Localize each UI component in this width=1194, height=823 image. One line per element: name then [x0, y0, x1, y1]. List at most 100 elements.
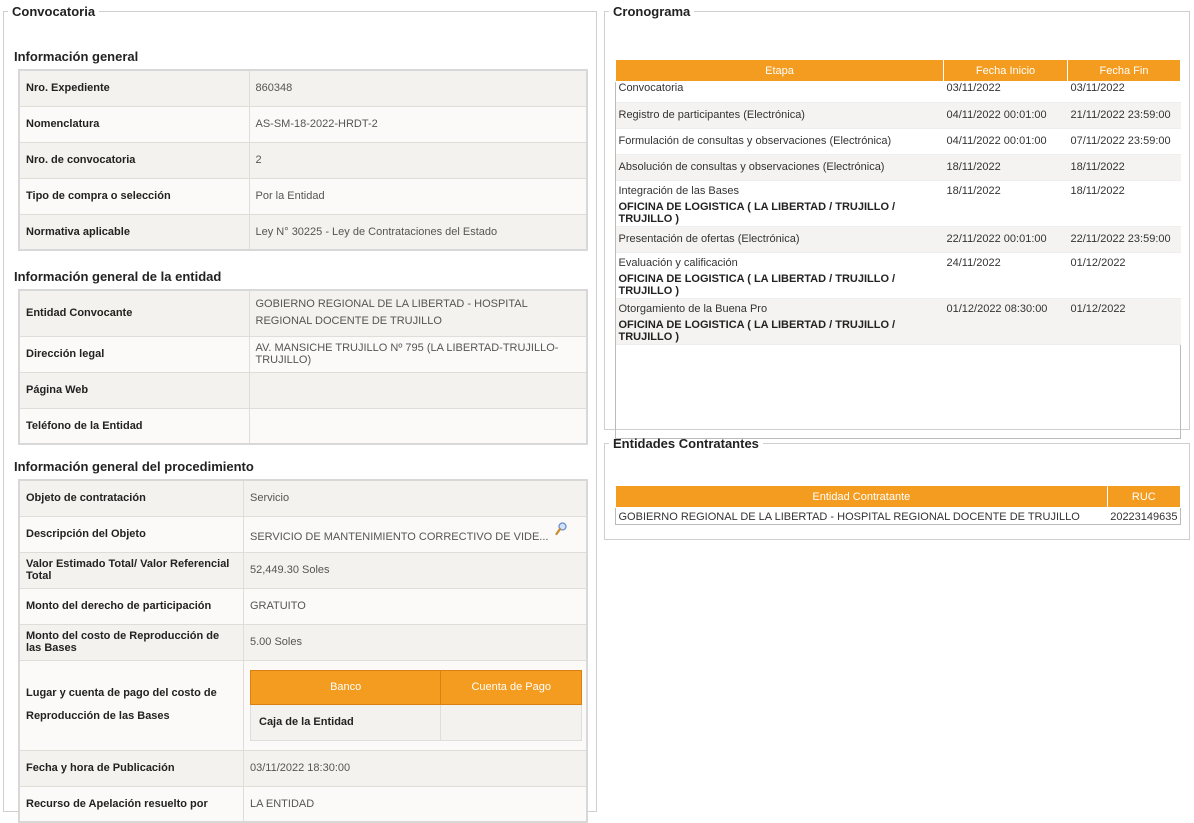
row-label: Dirección legal: [18, 335, 250, 373]
row-label: Fecha y hora de Publicación: [18, 749, 244, 787]
etapa-cell: Integración de las Bases OFICINA DE LOGI…: [615, 180, 944, 227]
inicio-cell: 01/12/2022 08:30:00: [943, 298, 1068, 345]
row-value: GOBIERNO REGIONAL DE LA LIBERTAD - HOSPI…: [248, 289, 588, 337]
table-row: Página Web: [18, 371, 588, 409]
table-row: Normativa aplicable Ley N° 30225 - Ley d…: [18, 213, 588, 251]
pago-header-banco: Banco: [249, 669, 442, 705]
descripcion-objeto-value: SERVICIO DE MANTENIMIENTO CORRECTIVO DE …: [250, 530, 549, 543]
info-general-table: Nro. Expediente 860348 Nomenclatura AS-S…: [18, 69, 588, 251]
row-label: Lugar y cuenta de pago del costo de Repr…: [18, 659, 244, 751]
fin-cell: 18/11/2022: [1067, 154, 1181, 181]
row-value: AV. MANSICHE TRUJILLO Nº 795 (LA LIBERTA…: [248, 335, 588, 373]
entidad-cell: GOBIERNO REGIONAL DE LA LIBERTAD - HOSPI…: [618, 510, 1080, 523]
row-label: Objeto de contratación: [18, 479, 244, 517]
fin-cell: 01/12/2022: [1067, 252, 1181, 299]
header-fecha-inicio: Fecha Inicio: [943, 59, 1068, 82]
entidades-table: Entidad Contratante RUC GOBIERNO REGIONA…: [615, 485, 1182, 526]
etapa-name: Integración de las Bases: [618, 185, 739, 197]
table-row: Tipo de compra o selección Por la Entida…: [18, 177, 588, 215]
pago-header-cuenta: Cuenta de Pago: [440, 669, 582, 705]
row-value-cell: Banco Cuenta de Pago Caja de la Entidad: [243, 659, 588, 751]
table-row: Fecha y hora de Publicación 03/11/2022 1…: [18, 749, 588, 787]
table-row: Otorgamiento de la Buena Pro OFICINA DE …: [615, 298, 1181, 345]
inicio-cell: 18/11/2022: [943, 180, 1068, 227]
etapa-name: Evaluación y calificación: [618, 257, 738, 269]
row-value: [248, 407, 588, 445]
table-row: Descripción del Objeto SERVICIO DE MANTE…: [18, 515, 588, 553]
etapa-cell: Convocatoria: [615, 81, 944, 103]
table-row: Monto del derecho de participación GRATU…: [18, 587, 588, 625]
etapa-cell: Formulación de consultas y observaciones…: [615, 128, 944, 155]
row-label: Tipo de compra o selección: [18, 177, 250, 215]
table-row: Valor Estimado Total/ Valor Referencial …: [18, 551, 588, 589]
row-value: Por la Entidad: [248, 177, 588, 215]
table-row: Nomenclatura AS-SM-18-2022-HRDT-2: [18, 105, 588, 143]
fin-cell: 07/11/2022 23:59:00: [1067, 128, 1181, 155]
row-value: AS-SM-18-2022-HRDT-2: [248, 105, 588, 143]
row-label: Entidad Convocante: [18, 289, 250, 337]
pago-cuenta-value: [440, 703, 582, 741]
table-row: Convocatoria 03/11/2022 03/11/2022: [615, 81, 1181, 103]
row-value: GRATUITO: [243, 587, 588, 625]
info-procedimiento-table: Objeto de contratación Servicio Descripc…: [18, 479, 588, 823]
row-label: Página Web: [18, 371, 250, 409]
convocatoria-panel: Convocatoria Información general Nro. Ex…: [3, 4, 597, 823]
inicio-cell: 04/11/2022 00:01:00: [943, 128, 1068, 155]
table-row: Formulación de consultas y observaciones…: [615, 128, 1181, 155]
cronograma-legend: Cronograma: [613, 4, 691, 19]
inicio-cell: 03/11/2022: [943, 81, 1068, 103]
entidades-panel: Entidades Contratantes Entidad Contratan…: [604, 436, 1190, 540]
row-value: Servicio: [243, 479, 588, 517]
info-procedimiento-title: Información general del procedimiento: [14, 459, 254, 474]
pago-banco-value: Caja de la Entidad: [249, 703, 442, 741]
row-label: Nro. de convocatoria: [18, 141, 250, 179]
row-label: Recurso de Apelación resuelto por: [18, 785, 244, 823]
cronograma-panel: Cronograma Etapa Fecha Inicio Fecha Fin …: [604, 4, 1190, 439]
pago-table: Banco Cuenta de Pago Caja de la Entidad: [249, 669, 582, 741]
row-label: Descripción del Objeto: [18, 515, 244, 553]
etapa-cell: Absolución de consultas y observaciones …: [615, 154, 944, 181]
info-general-title: Información general: [14, 49, 139, 64]
row-value: 2: [248, 141, 588, 179]
row-value: Ley N° 30225 - Ley de Contrataciones del…: [248, 213, 588, 251]
info-entidad-title: Información general de la entidad: [14, 269, 222, 284]
table-row: Nro. Expediente 860348: [18, 69, 588, 107]
inicio-cell: 04/11/2022 00:01:00: [943, 102, 1068, 129]
row-value-cell: SERVICIO DE MANTENIMIENTO CORRECTIVO DE …: [243, 515, 588, 553]
row-value: 860348: [248, 69, 588, 107]
table-row: Objeto de contratación Servicio: [18, 479, 588, 517]
table-row: GOBIERNO REGIONAL DE LA LIBERTAD - HOSPI…: [616, 508, 1181, 526]
fin-cell: 21/11/2022 23:59:00: [1067, 102, 1181, 129]
table-row: Monto del costo de Reproducción de las B…: [18, 623, 588, 661]
row-label: Nro. Expediente: [18, 69, 250, 107]
convocatoria-legend: Convocatoria: [12, 4, 96, 19]
inicio-cell: 18/11/2022: [943, 154, 1068, 181]
row-label: Monto del costo de Reproducción de las B…: [18, 623, 244, 661]
table-row: Presentación de ofertas (Electrónica) 22…: [615, 226, 1181, 253]
etapa-cell: Presentación de ofertas (Electrónica): [615, 226, 944, 253]
table-row: Dirección legal AV. MANSICHE TRUJILLO Nº…: [18, 335, 588, 373]
row-value: 03/11/2022 18:30:00: [243, 749, 588, 787]
row-label: Valor Estimado Total/ Valor Referencial …: [18, 551, 244, 589]
etapa-lugar: OFICINA DE LOGISTICA ( LA LIBERTAD / TRU…: [618, 273, 896, 297]
etapa-lugar: OFICINA DE LOGISTICA ( LA LIBERTAD / TRU…: [618, 319, 896, 343]
magnifier-icon[interactable]: [554, 521, 567, 536]
row-label: Monto del derecho de participación: [18, 587, 244, 625]
table-row: Lugar y cuenta de pago del costo de Repr…: [18, 659, 588, 751]
header-entidad: Entidad Contratante: [615, 485, 1108, 508]
etapa-lugar: OFICINA DE LOGISTICA ( LA LIBERTAD / TRU…: [618, 201, 896, 225]
entidades-legend: Entidades Contratantes: [613, 436, 759, 451]
etapa-cell: Otorgamiento de la Buena Pro OFICINA DE …: [615, 298, 944, 345]
table-row: Caja de la Entidad: [249, 703, 582, 741]
fin-cell: 22/11/2022 23:59:00: [1067, 226, 1181, 253]
ruc-cell: 20223149635: [1110, 510, 1178, 523]
header-etapa: Etapa: [615, 59, 944, 82]
header-fecha-fin: Fecha Fin: [1067, 59, 1181, 82]
inicio-cell: 22/11/2022 00:01:00: [943, 226, 1068, 253]
row-value: LA ENTIDAD: [243, 785, 588, 823]
cronograma-table: Etapa Fecha Inicio Fecha Fin Convocatori…: [615, 59, 1181, 345]
row-label: Normativa aplicable: [18, 213, 250, 251]
info-entidad-table: Entidad Convocante GOBIERNO REGIONAL DE …: [18, 289, 588, 445]
row-value: [248, 371, 588, 409]
row-value: 5.00 Soles: [243, 623, 588, 661]
